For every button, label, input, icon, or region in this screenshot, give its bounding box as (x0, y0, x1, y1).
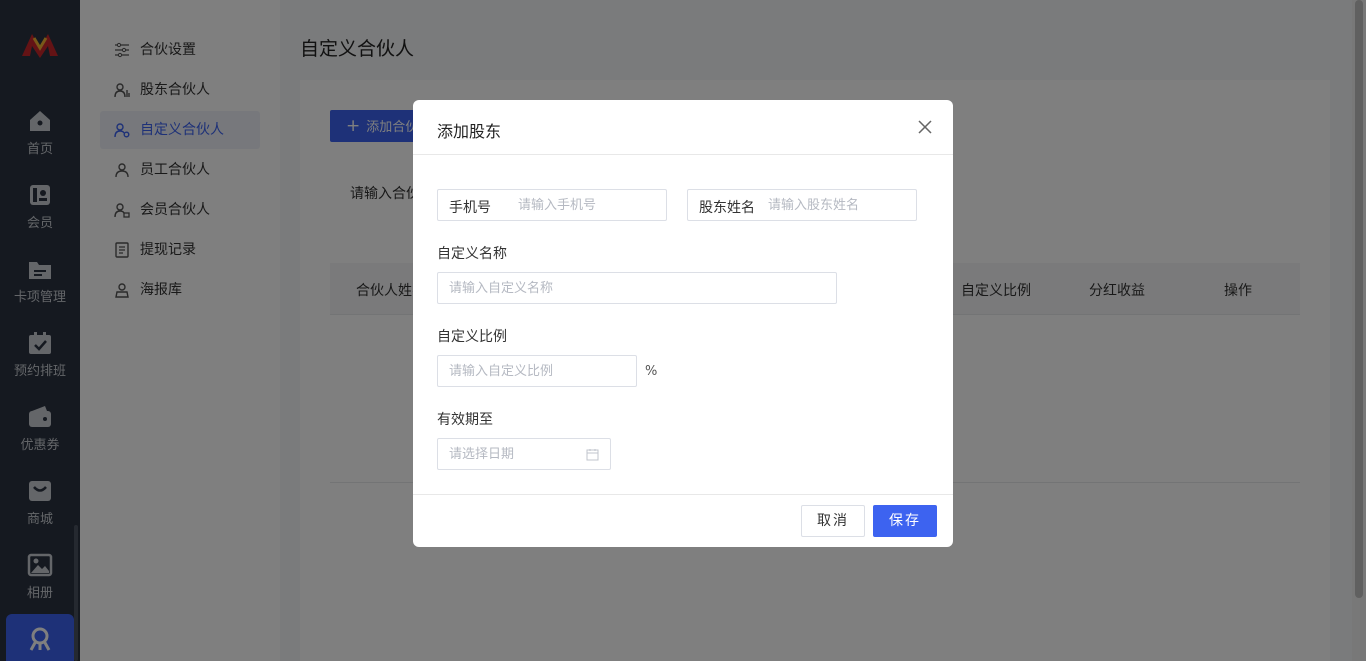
custom-ratio-field (437, 355, 637, 387)
close-icon[interactable] (917, 119, 933, 135)
valid-until-date-input[interactable] (449, 440, 579, 468)
custom-ratio-input[interactable] (449, 357, 629, 385)
custom-name-label: 自定义名称 (437, 246, 507, 262)
shareholder-name-field: 股东姓名 (687, 189, 917, 221)
percent-unit: % (645, 364, 658, 379)
custom-ratio-label: 自定义比例 (437, 329, 507, 345)
valid-until-label: 有效期至 (437, 412, 493, 428)
custom-name-input[interactable] (449, 274, 829, 302)
shareholder-name-input[interactable] (768, 191, 913, 219)
shareholder-name-label: 股东姓名 (699, 200, 755, 216)
save-button[interactable]: 保存 (873, 505, 937, 537)
cancel-button[interactable]: 取消 (801, 505, 865, 537)
calendar-icon (586, 449, 599, 461)
add-shareholder-dialog: 添加股东 手机号 股东姓名 自定义名称 自定义比例 % 有效期至 取消 保存 (413, 100, 953, 547)
phone-input[interactable] (518, 191, 663, 219)
dialog-header-divider (413, 154, 953, 155)
phone-field-label: 手机号 (449, 200, 491, 216)
dialog-footer-divider (413, 494, 953, 495)
valid-until-field[interactable] (437, 438, 611, 470)
phone-field: 手机号 (437, 189, 667, 221)
dialog-title: 添加股东 (437, 122, 502, 141)
custom-name-field (437, 272, 837, 304)
